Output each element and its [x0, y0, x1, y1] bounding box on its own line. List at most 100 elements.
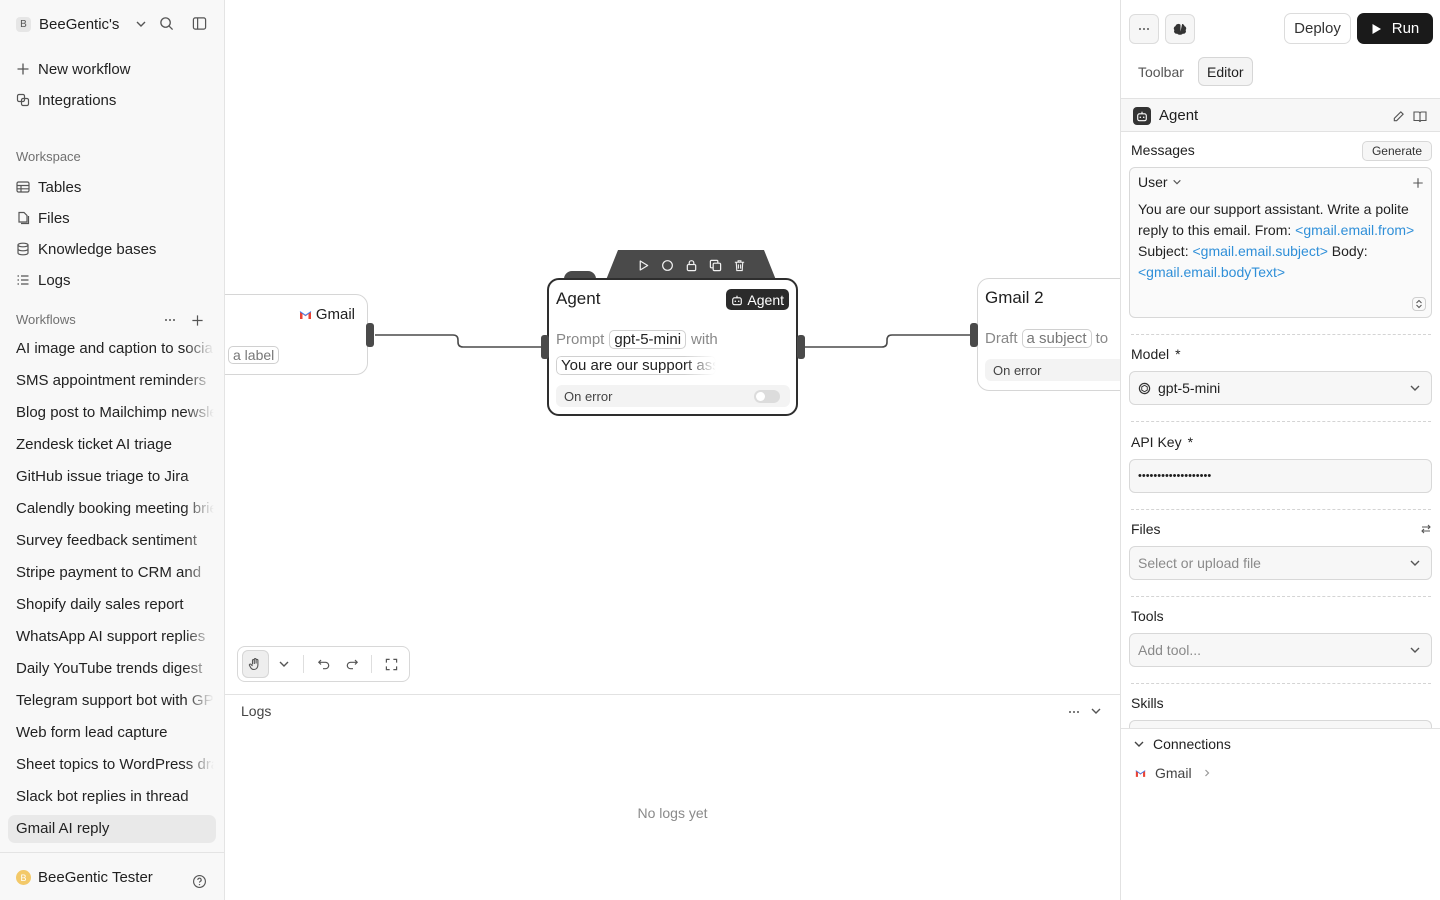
sidebar-item-workflow[interactable]: GitHub issue triage to Jira	[8, 463, 216, 491]
run-node-icon[interactable]	[637, 259, 650, 272]
sidebar-item-workflow[interactable]: Telegram support bot with GPT	[8, 687, 216, 715]
agent-type-badge: Agent	[726, 289, 789, 310]
workflow-canvas[interactable]: Gmail o a label Agent Agent Prompt gpt-5…	[225, 0, 1120, 694]
divider	[1131, 683, 1431, 684]
sidebar-item-knowledge-bases[interactable]: Knowledge bases	[16, 238, 156, 260]
gmail2-draft-row: Draft a subject to	[985, 329, 1109, 348]
gmail-node[interactable]: Gmail o a label	[225, 294, 368, 375]
api-key-input[interactable]: •••••••••••••••••••	[1129, 459, 1432, 493]
toggle-node-icon[interactable]	[661, 259, 674, 272]
deploy-button[interactable]: Deploy	[1284, 13, 1351, 44]
hand-tool-icon[interactable]	[242, 650, 269, 678]
agent-node-title: Agent	[556, 289, 601, 308]
connections-toggle[interactable]: Connections	[1133, 736, 1231, 752]
sidebar-item-workflow[interactable]: Shopify daily sales report	[8, 591, 216, 619]
help-icon[interactable]	[191, 873, 207, 889]
add-workflow-icon[interactable]	[190, 313, 204, 327]
chevron-down-icon	[1172, 177, 1182, 187]
sidebar-item-workflow[interactable]: Blog post to Mailchimp newsletter	[8, 399, 216, 427]
label-chip[interactable]: a label	[228, 346, 280, 364]
sidebar-item-workflow[interactable]: Sheet topics to WordPress drafts	[8, 751, 216, 779]
agent-output-handle[interactable]	[797, 335, 805, 359]
workspace-badge: B	[16, 16, 31, 32]
sidebar-item-workflow[interactable]: Slack bot replies in thread	[8, 783, 216, 811]
gmail2-input-handle[interactable]	[970, 323, 978, 347]
undo-icon[interactable]	[310, 650, 337, 678]
prompt-chip[interactable]: You are our support assistant	[556, 356, 716, 375]
tab-toolbar[interactable]: Toolbar	[1130, 57, 1192, 86]
more-icon[interactable]	[1066, 705, 1082, 719]
sidebar-item-workflow[interactable]: Survey feedback sentiment	[8, 527, 216, 555]
redo-icon[interactable]	[339, 650, 366, 678]
fit-view-icon[interactable]	[378, 650, 405, 678]
on-error-toggle[interactable]	[754, 390, 780, 403]
sidebar-item-files[interactable]: Files	[16, 207, 70, 229]
logs-empty-state: No logs yet	[637, 805, 708, 821]
add-message-icon[interactable]	[1411, 176, 1424, 189]
generate-button[interactable]: Generate	[1362, 141, 1432, 161]
subject-chip[interactable]: a subject	[1021, 329, 1092, 348]
openai-icon	[1138, 382, 1151, 395]
resize-icon[interactable]	[1412, 297, 1426, 311]
run-button[interactable]: Run	[1357, 13, 1433, 44]
more-button[interactable]	[1129, 14, 1159, 44]
new-workflow-button[interactable]: New workflow	[16, 58, 131, 80]
sidebar-item-workflow[interactable]: Gmail AI reply	[8, 815, 216, 843]
sidebar-item-workflow[interactable]: AI image and caption to social	[8, 335, 216, 363]
sidebar-item-tables[interactable]: Tables	[16, 176, 81, 198]
sidebar: B BeeGentic's New workflow Integrations …	[0, 0, 225, 900]
chevron-down-icon[interactable]	[1089, 704, 1103, 718]
gmail-node-row: o a label	[225, 346, 280, 364]
sidebar-item-logs[interactable]: Logs	[16, 269, 71, 291]
sidebar-item-workflow[interactable]: WhatsApp AI support replies	[8, 623, 216, 651]
workspace-name: BeeGentic's	[39, 15, 120, 33]
message-variable: <gmail.email.subject>	[1192, 243, 1328, 259]
message-editor[interactable]: User You are our support assistant. Writ…	[1129, 167, 1432, 318]
gmail-node-title: Gmail	[299, 306, 355, 323]
agent-input-handle[interactable]	[541, 335, 549, 359]
files-icon	[16, 211, 30, 225]
files-label: Files	[1131, 521, 1161, 537]
duplicate-icon[interactable]	[709, 259, 722, 272]
swap-icon[interactable]	[1419, 522, 1432, 535]
book-icon[interactable]	[1413, 109, 1427, 123]
workflow-list: AI image and caption to social SMS appoin…	[8, 335, 216, 847]
sidebar-toggle-icon[interactable]	[191, 15, 207, 31]
gmail2-node[interactable]: Gmail 2 Draft a subject to On error	[977, 278, 1120, 391]
chevron-down-icon[interactable]	[271, 650, 298, 678]
plus-icon	[16, 62, 30, 76]
gmail-output-handle[interactable]	[366, 323, 374, 347]
integrations-link[interactable]: Integrations	[16, 89, 116, 111]
role-select[interactable]: User	[1138, 174, 1182, 190]
sidebar-item-workflow[interactable]: Daily YouTube trends digest	[8, 655, 216, 683]
user-menu[interactable]: B BeeGentic Tester	[16, 869, 153, 886]
workspace-switcher[interactable]: B BeeGentic's	[16, 13, 147, 35]
pencil-icon[interactable]	[1391, 109, 1405, 123]
search-icon[interactable]	[158, 15, 174, 31]
sidebar-item-workflow[interactable]: Stripe payment to CRM and	[8, 559, 216, 587]
more-icon[interactable]	[162, 313, 178, 327]
on-error-row: On error	[985, 359, 1120, 381]
block-header: Agent	[1121, 98, 1440, 132]
connection-item-gmail[interactable]: Gmail	[1135, 765, 1211, 781]
sidebar-item-label: Logs	[38, 271, 71, 289]
lock-icon[interactable]	[685, 259, 698, 272]
sidebar-item-workflow[interactable]: Web form lead capture	[8, 719, 216, 747]
divider	[303, 655, 305, 673]
chevron-down-icon	[1409, 557, 1421, 569]
brain-icon[interactable]	[1165, 14, 1195, 44]
tab-editor[interactable]: Editor	[1198, 57, 1253, 86]
model-chip[interactable]: gpt-5-mini	[609, 330, 687, 349]
agent-node[interactable]: Agent Agent Prompt gpt-5-mini with You a…	[547, 278, 798, 416]
sidebar-item-workflow[interactable]: SMS appointment reminders	[8, 367, 216, 395]
sidebar-item-workflow[interactable]: Zendesk ticket AI triage	[8, 431, 216, 459]
message-text: Subject:	[1138, 243, 1193, 259]
chevron-down-icon	[135, 18, 147, 30]
model-select[interactable]: gpt-5-mini	[1129, 371, 1432, 405]
skills-label: Skills	[1131, 695, 1164, 711]
sidebar-item-workflow[interactable]: Calendly booking meeting brief	[8, 495, 216, 523]
tools-select[interactable]: Add tool...	[1129, 633, 1432, 667]
workflows-section-label: Workflows	[16, 312, 76, 327]
files-select[interactable]: Select or upload file	[1129, 546, 1432, 580]
trash-icon[interactable]	[733, 259, 746, 272]
